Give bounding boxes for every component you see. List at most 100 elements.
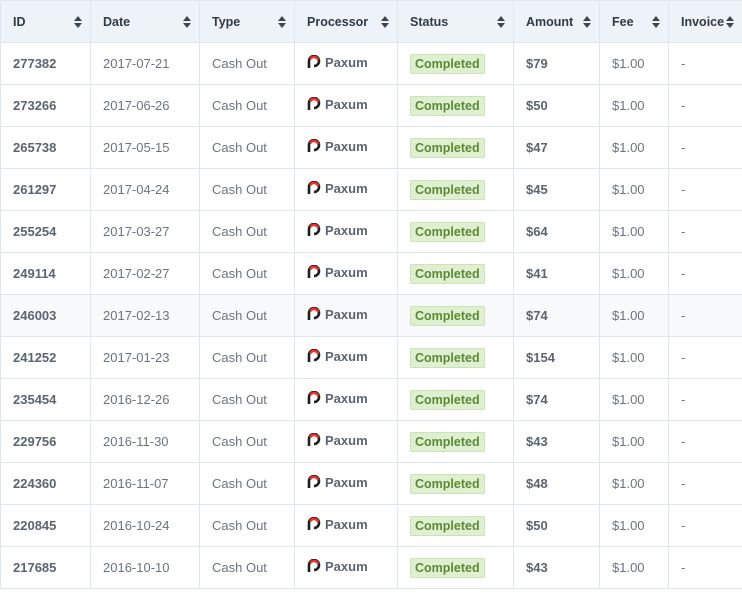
invoice-value: -	[681, 266, 686, 281]
fee-value: $1.00	[612, 392, 645, 407]
transactions-table: ID Date Type Processor Status Amount Fee Invoic…	[0, 0, 742, 589]
date-value: 2017-06-26	[103, 98, 170, 113]
cell-amount: $43	[513, 546, 600, 589]
cell-id: 241252	[0, 336, 91, 379]
table-row[interactable]: 217685 2016-10-10 Cash Out Paxum Completed $4…	[0, 546, 742, 589]
table-row[interactable]: 255254 2017-03-27 Cash Out Paxum Completed $6…	[0, 210, 742, 253]
invoice-value: -	[681, 308, 686, 323]
amount-value: $64	[526, 224, 548, 239]
table-row[interactable]: 220845 2016-10-24 Cash Out Paxum Completed $5…	[0, 504, 742, 547]
invoice-value: -	[681, 350, 686, 365]
sort-icon[interactable]	[652, 15, 660, 28]
fee-value: $1.00	[612, 308, 645, 323]
id-value: 255254	[13, 224, 57, 239]
id-value: 261297	[13, 182, 57, 197]
fee-value: $1.00	[612, 224, 645, 239]
cell-amount: $50	[513, 84, 600, 127]
table-row[interactable]: 265738 2017-05-15 Cash Out Paxum Completed $4…	[0, 126, 742, 169]
date-value: 2016-10-10	[103, 560, 170, 575]
table-row[interactable]: 261297 2017-04-24 Cash Out Paxum Completed $4…	[0, 168, 742, 211]
table-row[interactable]: 249114 2017-02-27 Cash Out Paxum Completed $4…	[0, 252, 742, 295]
processor-name: Paxum	[307, 97, 368, 112]
cell-type: Cash Out	[199, 84, 295, 127]
type-value: Cash Out	[212, 140, 267, 155]
cell-type: Cash Out	[199, 252, 295, 295]
cell-amount: $79	[513, 42, 600, 85]
table-row[interactable]: 277382 2017-07-21 Cash Out Paxum Completed $7…	[0, 42, 742, 85]
cell-date: 2017-05-15	[90, 126, 200, 169]
sort-icon[interactable]	[583, 15, 591, 28]
table-row[interactable]: 246003 2017-02-13 Cash Out Paxum Completed $7…	[0, 294, 742, 337]
sort-icon[interactable]	[726, 15, 734, 28]
cell-processor: Paxum	[294, 84, 398, 127]
sort-icon[interactable]	[497, 15, 505, 28]
table-row[interactable]: 241252 2017-01-23 Cash Out Paxum Completed $1…	[0, 336, 742, 379]
sort-icon[interactable]	[381, 15, 389, 28]
cell-processor: Paxum	[294, 42, 398, 85]
status-badge: Completed	[410, 473, 485, 494]
cell-fee: $1.00	[599, 378, 669, 421]
column-header-status[interactable]: Status	[397, 0, 514, 43]
table-row[interactable]: 273266 2017-06-26 Cash Out Paxum Completed $5…	[0, 84, 742, 127]
cell-invoice: -	[668, 378, 742, 421]
id-value: 235454	[13, 392, 57, 407]
column-header-type[interactable]: Type	[199, 0, 295, 43]
cell-status: Completed	[397, 84, 514, 127]
table-row[interactable]: 229756 2016-11-30 Cash Out Paxum Completed $4…	[0, 420, 742, 463]
amount-value: $47	[526, 140, 548, 155]
table-row[interactable]: 224360 2016-11-07 Cash Out Paxum Completed $4…	[0, 462, 742, 505]
column-header-invoice[interactable]: Invoice	[668, 0, 742, 43]
sort-icon[interactable]	[183, 15, 191, 28]
processor-label: Paxum	[325, 138, 368, 154]
table-row[interactable]: 235454 2016-12-26 Cash Out Paxum Completed $7…	[0, 378, 742, 421]
processor-label: Paxum	[325, 180, 368, 196]
id-value: 224360	[13, 476, 57, 491]
cell-date: 2017-01-23	[90, 336, 200, 379]
type-value: Cash Out	[212, 518, 267, 533]
fee-value: $1.00	[612, 476, 645, 491]
cell-amount: $47	[513, 126, 600, 169]
type-value: Cash Out	[212, 224, 267, 239]
type-value: Cash Out	[212, 308, 267, 323]
type-value: Cash Out	[212, 350, 267, 365]
cell-date: 2017-03-27	[90, 210, 200, 253]
date-value: 2017-05-15	[103, 140, 170, 155]
cell-type: Cash Out	[199, 210, 295, 253]
paxum-logo-icon	[307, 265, 321, 279]
cell-id: 220845	[0, 504, 91, 547]
sort-icon[interactable]	[74, 15, 82, 28]
cell-fee: $1.00	[599, 462, 669, 505]
processor-name: Paxum	[307, 55, 368, 70]
paxum-logo-icon	[307, 55, 321, 69]
fee-value: $1.00	[612, 98, 645, 113]
column-header-date[interactable]: Date	[90, 0, 200, 43]
status-badge: Completed	[410, 515, 485, 536]
type-value: Cash Out	[212, 392, 267, 407]
cell-type: Cash Out	[199, 42, 295, 85]
cell-status: Completed	[397, 462, 514, 505]
table-body: 277382 2017-07-21 Cash Out Paxum Completed $7…	[0, 42, 742, 589]
amount-value: $74	[526, 308, 548, 323]
cell-status: Completed	[397, 210, 514, 253]
column-header-label: Date	[103, 14, 131, 29]
cell-date: 2017-02-13	[90, 294, 200, 337]
column-header-id[interactable]: ID	[0, 0, 91, 43]
cell-amount: $74	[513, 294, 600, 337]
column-header-processor[interactable]: Processor	[294, 0, 398, 43]
paxum-logo-icon	[307, 181, 321, 195]
id-value: 246003	[13, 308, 57, 323]
sort-icon[interactable]	[278, 15, 286, 28]
cell-fee: $1.00	[599, 336, 669, 379]
column-header-amount[interactable]: Amount	[513, 0, 600, 43]
column-header-label: Invoice	[681, 14, 725, 29]
processor-name: Paxum	[307, 181, 368, 196]
column-header-fee[interactable]: Fee	[599, 0, 669, 43]
cell-type: Cash Out	[199, 420, 295, 463]
column-header-label: Status	[410, 14, 449, 29]
cell-id: 261297	[0, 168, 91, 211]
cell-amount: $48	[513, 462, 600, 505]
cell-fee: $1.00	[599, 126, 669, 169]
cell-status: Completed	[397, 168, 514, 211]
processor-name: Paxum	[307, 517, 368, 532]
processor-name: Paxum	[307, 139, 368, 154]
